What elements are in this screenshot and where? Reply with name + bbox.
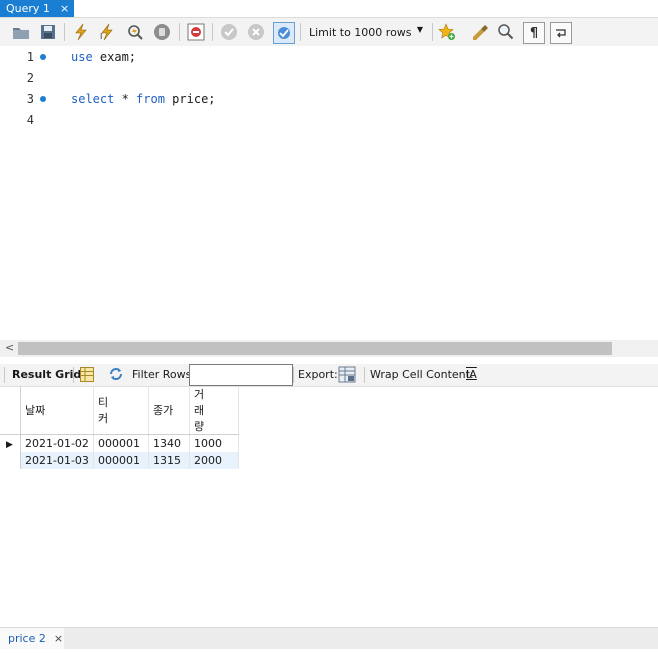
- stop-on-error-icon[interactable]: [186, 22, 206, 42]
- tab-price-2[interactable]: price 2 ×: [0, 628, 64, 649]
- row-selector[interactable]: ▶: [0, 434, 21, 452]
- line-number: 2: [26, 71, 34, 85]
- table-header-row: 날짜 티 커 종가 거 래 량: [0, 386, 239, 435]
- toolbar-divider: [4, 367, 5, 383]
- toolbar-divider: [212, 23, 213, 41]
- save-icon[interactable]: [38, 22, 58, 42]
- table-cell[interactable]: 2021-01-02: [20, 434, 94, 452]
- table-cell[interactable]: 2021-01-03: [20, 452, 94, 469]
- table-cell[interactable]: 1315: [148, 452, 190, 469]
- sql-toolbar: I Limit to 1000 rows ▼ ¶: [0, 18, 658, 47]
- query-tab-strip: Query 1 ×: [0, 0, 658, 18]
- result-table: 날짜 티 커 종가 거 래 량 ▶ 2021-01-02 000001 1340…: [0, 386, 239, 469]
- row-selector-header: [0, 386, 21, 435]
- line-number: 3: [26, 92, 34, 106]
- scroll-left-arrow-icon[interactable]: <: [5, 341, 14, 354]
- line-number: 1: [26, 50, 34, 64]
- tab-price-2-label: price 2: [8, 632, 46, 645]
- chevron-down-icon: ▼: [416, 25, 423, 34]
- execute-current-icon[interactable]: I: [98, 22, 118, 42]
- current-row-arrow-icon: ▶: [6, 440, 13, 450]
- toolbar-divider: [64, 23, 65, 41]
- sql-editor[interactable]: 1 use exam; 2 3 select * from price; 4: [0, 46, 658, 340]
- filter-rows-label: Filter Rows:: [132, 368, 196, 381]
- statement-marker-icon: [40, 96, 46, 102]
- autocommit-toggle-icon[interactable]: [273, 22, 295, 44]
- close-icon[interactable]: ×: [54, 632, 63, 645]
- table-cell[interactable]: 000001: [93, 452, 149, 469]
- row-selector[interactable]: [0, 452, 21, 469]
- line-number: 4: [26, 113, 34, 127]
- invisible-chars-pilcrow-icon[interactable]: ¶: [523, 22, 545, 44]
- wrap-lines-icon[interactable]: [550, 22, 572, 44]
- export-label: Export:: [298, 368, 338, 381]
- tab-query-1-label: Query 1: [6, 2, 50, 15]
- export-icon[interactable]: [338, 366, 356, 386]
- toolbar-divider: [293, 367, 294, 383]
- column-header-label: 날짜: [25, 404, 46, 417]
- find-magnifier-icon[interactable]: [496, 22, 516, 42]
- toolbar-divider: [432, 23, 433, 41]
- code-text: use exam;: [71, 50, 137, 64]
- table-cell[interactable]: 1000: [189, 434, 239, 452]
- open-folder-icon[interactable]: [11, 22, 31, 42]
- grid-view-icon[interactable]: [80, 367, 94, 385]
- limit-rows-value: Limit to 1000 rows: [309, 25, 412, 39]
- toolbar-divider: [300, 23, 301, 41]
- table-row[interactable]: ▶ 2021-01-02 000001 1340 1000: [0, 434, 239, 452]
- commit-check-icon[interactable]: [219, 22, 239, 42]
- scrollbar-thumb[interactable]: [18, 342, 612, 355]
- column-header[interactable]: 티 커: [93, 386, 149, 435]
- tab-query-1[interactable]: Query 1 ×: [0, 0, 74, 17]
- toolbar-divider: [364, 367, 365, 383]
- wrap-cell-toggle-icon[interactable]: IA: [466, 368, 477, 381]
- column-header-label: 거 래 량: [194, 388, 205, 433]
- svg-text:I: I: [100, 32, 102, 41]
- add-snippet-star-icon[interactable]: [437, 22, 457, 42]
- explain-magnifier-icon[interactable]: [125, 22, 145, 42]
- table-cell[interactable]: 000001: [93, 434, 149, 452]
- table-cell[interactable]: 2000: [189, 452, 239, 469]
- column-header[interactable]: 날짜: [20, 386, 94, 435]
- table-row[interactable]: 2021-01-03 000001 1315 2000: [0, 452, 239, 469]
- statement-marker-icon: [40, 54, 46, 60]
- toolbar-divider: [73, 367, 74, 383]
- column-header[interactable]: 거 래 량: [189, 386, 239, 435]
- toolbar-divider: [179, 23, 180, 41]
- result-tab-strip: price 2 ×: [0, 627, 658, 649]
- result-grid: 날짜 티 커 종가 거 래 량 ▶ 2021-01-02 000001 1340…: [0, 386, 239, 469]
- refresh-icon[interactable]: [108, 366, 124, 385]
- code-text: select * from price;: [71, 92, 216, 106]
- result-grid-button[interactable]: Result Grid: [12, 368, 81, 381]
- close-icon[interactable]: ×: [60, 2, 69, 15]
- column-header-label: 종가: [153, 404, 174, 417]
- beautify-brush-icon[interactable]: [470, 22, 490, 42]
- column-header[interactable]: 종가: [148, 386, 190, 435]
- stop-hand-icon[interactable]: [152, 22, 172, 42]
- result-toolbar: Result Grid Filter Rows: Export: Wrap Ce…: [0, 364, 658, 387]
- table-cell[interactable]: 1340: [148, 434, 190, 452]
- editor-horizontal-scrollbar[interactable]: <: [0, 340, 658, 357]
- column-header-label: 티 커: [98, 396, 109, 425]
- limit-rows-select[interactable]: Limit to 1000 rows ▼: [303, 23, 427, 41]
- filter-rows-input[interactable]: [189, 364, 293, 386]
- rollback-x-icon[interactable]: [246, 22, 266, 42]
- execute-lightning-icon[interactable]: [71, 22, 91, 42]
- wrap-cell-content-label: Wrap Cell Content:: [370, 368, 474, 381]
